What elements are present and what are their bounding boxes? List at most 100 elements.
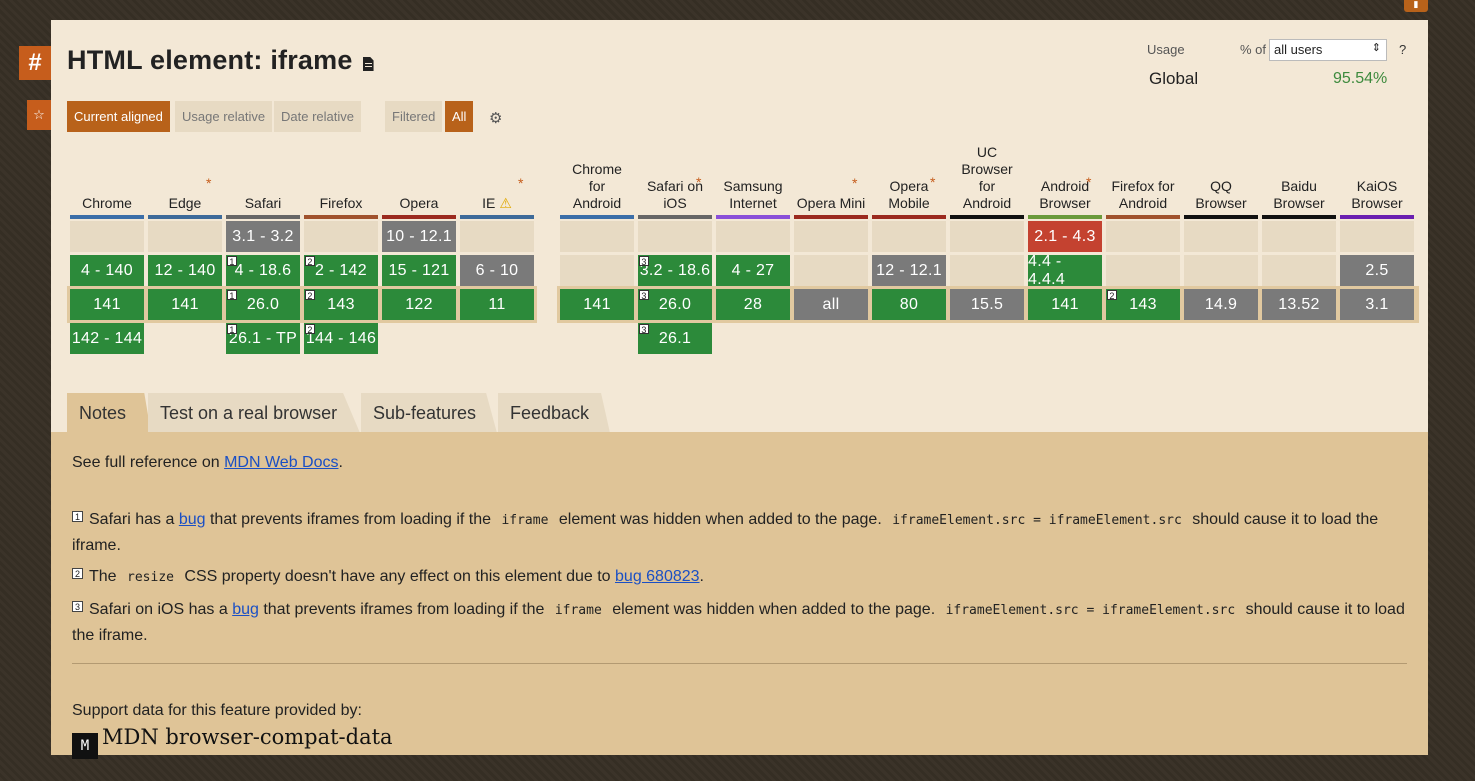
support-cell-android-browser-0[interactable]: 2.1 - 4.3 (1028, 221, 1102, 252)
col-bar-safari (226, 215, 300, 219)
tab-test-real-browser[interactable]: Test on a real browser (148, 393, 360, 433)
support-cell-edge-1[interactable]: 12 - 140 (148, 255, 222, 286)
favorite-star-button[interactable]: ☆ (27, 100, 51, 130)
support-cell-firefox-1[interactable]: 2 - 142 2 (304, 255, 378, 286)
col-head-opera[interactable]: Opera (382, 195, 456, 212)
support-cell-opera-mobile-2[interactable]: 80 (872, 289, 946, 320)
support-cell-opera-mobile-0[interactable] (872, 221, 946, 252)
support-cell-ie-1[interactable]: 6 - 10 (460, 255, 534, 286)
col-bar-safari-on-ios (638, 215, 712, 219)
permalink-hash-button[interactable]: # (19, 46, 51, 80)
col-head-chrome-for-android[interactable]: Chrome for Android (560, 161, 634, 212)
col-head-safari[interactable]: Safari (226, 195, 300, 212)
document-icon[interactable] (362, 57, 374, 71)
support-cell-baidu-browser-0[interactable] (1262, 221, 1336, 252)
support-cell-opera-mini-2[interactable]: all (794, 289, 868, 320)
support-cell-opera-mobile-1[interactable]: 12 - 12.1 (872, 255, 946, 286)
support-cell-baidu-browser-1[interactable] (1262, 255, 1336, 286)
support-cell-safari-on-ios-2[interactable]: 26.0 3 (638, 289, 712, 320)
top-corner-tab[interactable]: ▮ (1404, 0, 1428, 12)
support-cell-firefox-for-android-0[interactable] (1106, 221, 1180, 252)
date-relative-toggle[interactable]: Date relative (274, 101, 361, 132)
bug-680823-link[interactable]: bug 680823 (615, 568, 700, 585)
support-cell-opera-0[interactable]: 10 - 12.1 (382, 221, 456, 252)
safari-ios-bug-link[interactable]: bug (232, 601, 259, 618)
support-cell-firefox-for-android-1[interactable] (1106, 255, 1180, 286)
col-head-samsung-internet[interactable]: Samsung Internet (716, 178, 790, 212)
support-cell-opera-2[interactable]: 122 (382, 289, 456, 320)
col-head-kaios-browser[interactable]: KaiOS Browser (1340, 178, 1414, 212)
support-cell-opera-mini-1[interactable] (794, 255, 868, 286)
support-cell-label: 2.5 (1365, 261, 1389, 279)
support-cell-android-browser-1[interactable]: 4.4 - 4.4.4 (1028, 252, 1102, 288)
usage-relative-toggle[interactable]: Usage relative (175, 101, 273, 132)
tab-sub-features[interactable]: Sub-features (361, 393, 497, 433)
col-head-chrome[interactable]: Chrome (70, 195, 144, 212)
col-head-uc-browser-for-android[interactable]: UC Browser for Android (950, 144, 1024, 212)
support-cell-edge-0[interactable] (148, 221, 222, 252)
support-cell-samsung-internet-2[interactable]: 28 (716, 289, 790, 320)
support-cell-safari-3[interactable]: 26.1 - TP 1 (226, 323, 300, 354)
users-select-value: all users (1274, 42, 1323, 57)
support-cell-uc-browser-for-android-1[interactable] (950, 255, 1024, 286)
support-cell-ie-2[interactable]: 11 (460, 289, 534, 320)
support-cell-firefox-3[interactable]: 144 - 146 2 (304, 323, 378, 354)
col-head-opera-mini[interactable]: Opera Mini * (794, 175, 868, 212)
help-button[interactable]: ? (1399, 42, 1406, 57)
support-cell-uc-browser-for-android-0[interactable] (950, 221, 1024, 252)
support-cell-android-browser-2[interactable]: 141 (1028, 289, 1102, 320)
tab-notes[interactable]: Notes (67, 393, 151, 433)
support-cell-opera-mini-0[interactable] (794, 221, 868, 252)
support-cell-safari-0[interactable]: 3.1 - 3.2 (226, 221, 300, 252)
support-cell-safari-2[interactable]: 26.0 1 (226, 289, 300, 320)
col-head-edge[interactable]: Edge * (148, 175, 222, 212)
support-cell-firefox-2[interactable]: 143 2 (304, 289, 378, 320)
all-toggle[interactable]: All (445, 101, 474, 132)
current-aligned-toggle[interactable]: Current aligned (67, 101, 170, 132)
col-head-opera-mobile[interactable]: Opera Mobile * (872, 174, 946, 212)
support-cell-label: 4.4 - 4.4.4 (1028, 252, 1066, 288)
col-head-firefox[interactable]: Firefox (304, 195, 378, 212)
support-cell-chrome-3[interactable]: 142 - 144 (70, 323, 144, 354)
mdn-bcd-link[interactable]: M MDN browser-compat-data (72, 725, 1412, 759)
support-cell-qq-browser-0[interactable] (1184, 221, 1258, 252)
col-head-android-browser[interactable]: Android Browser * (1028, 174, 1102, 212)
support-cell-label: 2 - 142 (315, 261, 367, 279)
support-cell-qq-browser-1[interactable] (1184, 255, 1258, 286)
support-cell-samsung-internet-1[interactable]: 4 - 27 (716, 255, 790, 286)
support-cell-edge-2[interactable]: 141 (148, 289, 222, 320)
col-head-safari-on-ios[interactable]: Safari on iOS * (638, 174, 712, 212)
support-cell-firefox-for-android-2[interactable]: 143 2 (1106, 289, 1180, 320)
safari-bug-link[interactable]: bug (179, 511, 206, 528)
asterisk-icon: * (852, 175, 858, 191)
col-head-baidu-browser[interactable]: Baidu Browser (1262, 178, 1336, 212)
support-cell-chrome-0[interactable] (70, 221, 144, 252)
support-cell-baidu-browser-2[interactable]: 13.52 (1262, 289, 1336, 320)
support-cell-kaios-browser-1[interactable]: 2.5 (1340, 255, 1414, 286)
support-cell-opera-1[interactable]: 15 - 121 (382, 255, 456, 286)
support-cell-chrome-for-android-1[interactable] (560, 255, 634, 286)
gear-icon[interactable]: ⚙ (489, 109, 502, 127)
filtered-toggle[interactable]: Filtered (385, 101, 443, 132)
col-head-firefox-for-android[interactable]: Firefox for Android (1106, 178, 1180, 212)
support-cell-firefox-0[interactable] (304, 221, 378, 252)
support-cell-chrome-1[interactable]: 4 - 140 (70, 255, 144, 286)
support-cell-safari-on-ios-0[interactable] (638, 221, 712, 252)
support-cell-safari-on-ios-1[interactable]: 3.2 - 18.6 3 (638, 255, 712, 286)
support-cell-chrome-for-android-0[interactable] (560, 221, 634, 252)
support-cell-safari-1[interactable]: 4 - 18.6 1 (226, 255, 300, 286)
support-cell-samsung-internet-0[interactable] (716, 221, 790, 252)
support-cell-qq-browser-2[interactable]: 14.9 (1184, 289, 1258, 320)
support-cell-kaios-browser-2[interactable]: 3.1 (1340, 289, 1414, 320)
support-cell-safari-on-ios-3[interactable]: 26.1 3 (638, 323, 712, 354)
support-cell-kaios-browser-0[interactable] (1340, 221, 1414, 252)
support-cell-uc-browser-for-android-2[interactable]: 15.5 (950, 289, 1024, 320)
support-cell-ie-0[interactable] (460, 221, 534, 252)
col-head-ie[interactable]: IE ⚠ * (460, 175, 534, 212)
mdn-web-docs-link[interactable]: MDN Web Docs (224, 454, 338, 471)
tab-feedback[interactable]: Feedback (498, 393, 610, 433)
col-head-qq-browser[interactable]: QQ Browser (1184, 178, 1258, 212)
support-cell-chrome-for-android-2[interactable]: 141 (560, 289, 634, 320)
users-select[interactable]: all users ⇕ (1269, 39, 1387, 61)
support-cell-chrome-2[interactable]: 141 (70, 289, 144, 320)
